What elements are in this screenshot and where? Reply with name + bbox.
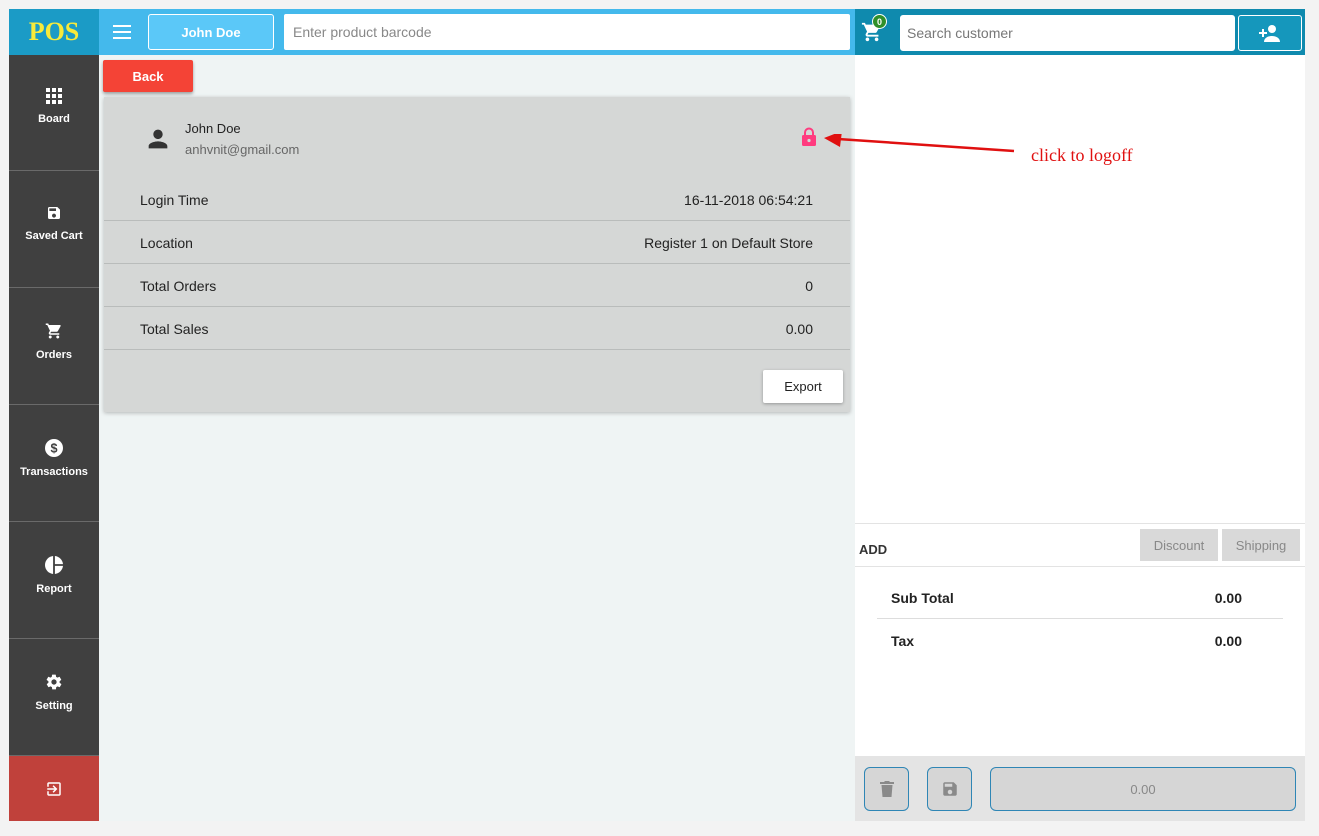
user-email: anhvnit@gmail.com — [185, 142, 300, 157]
sidebar-item-setting[interactable]: Setting — [9, 640, 99, 756]
export-button[interactable]: Export — [763, 370, 843, 403]
sidebar-item-transactions[interactable]: $ Transactions — [9, 406, 99, 522]
customer-search-input[interactable] — [900, 15, 1235, 51]
floppy-disk-icon — [942, 782, 957, 796]
info-value: 0 — [805, 278, 813, 294]
sidebar-item-saved-cart[interactable]: Saved Cart — [9, 172, 99, 288]
info-label: Total Sales — [140, 321, 209, 337]
pos-logo: POS — [9, 9, 99, 55]
cart-count-badge: 0 — [872, 14, 887, 29]
info-value: 16-11-2018 06:54:21 — [684, 192, 813, 208]
info-row-total-sales: Total Sales 0.00 — [104, 307, 850, 350]
sidebar-item-board[interactable]: Board — [9, 55, 99, 171]
tax-row: Tax 0.00 — [877, 619, 1283, 662]
tax-label: Tax — [891, 633, 915, 649]
cart-header: 0 — [855, 9, 1305, 55]
session-card: John Doe anhvnit@gmail.com Login Time 16… — [104, 97, 850, 412]
info-row-login-time: Login Time 16-11-2018 06:54:21 — [104, 178, 850, 221]
cart-icon — [45, 323, 61, 339]
info-label: Location — [140, 235, 193, 251]
cart-panel: ADD Discount Shipping Sub Total 0.00 Tax… — [855, 55, 1305, 821]
grid-icon — [46, 88, 62, 104]
person-icon — [148, 129, 168, 149]
barcode-input[interactable] — [284, 14, 850, 50]
floppy-disk-icon — [48, 207, 60, 219]
info-label: Total Orders — [140, 278, 217, 294]
annotation-text: click to logoff — [1031, 145, 1133, 165]
info-row-total-orders: Total Orders 0 — [104, 264, 850, 307]
sidebar: Board Saved Cart Orders $ Transactions R… — [9, 55, 99, 821]
cart-footer: 0.00 — [855, 756, 1305, 821]
main-content: Back John Doe anhvnit@gmail.com Login Ti… — [99, 55, 855, 821]
user-button[interactable]: John Doe — [148, 14, 274, 50]
sidebar-item-label: Report — [36, 583, 72, 595]
lock-icon[interactable] — [801, 127, 817, 147]
person-add-icon — [1259, 25, 1280, 42]
user-name: John Doe — [185, 121, 241, 136]
sidebar-item-label: Orders — [35, 349, 73, 361]
add-label: ADD — [859, 542, 888, 557]
pay-button[interactable]: 0.00 — [990, 767, 1296, 811]
add-customer-button[interactable] — [1238, 15, 1302, 51]
svg-text:$: $ — [50, 442, 57, 456]
cart-add-row: ADD Discount Shipping — [855, 523, 1305, 567]
discount-button[interactable]: Discount — [1140, 529, 1218, 561]
sidebar-item-label: Board — [38, 113, 70, 125]
info-row-location: Location Register 1 on Default Store — [104, 221, 850, 264]
save-cart-button[interactable] — [927, 767, 972, 811]
pie-chart-icon — [45, 556, 63, 574]
top-bar: John Doe — [99, 9, 855, 55]
info-value: Register 1 on Default Store — [644, 235, 813, 251]
dollar-circle-icon: $ — [45, 439, 63, 457]
info-label: Login Time — [140, 192, 209, 208]
sidebar-item-orders[interactable]: Orders — [9, 289, 99, 405]
annotation-arrow-icon — [824, 134, 1015, 153]
shipping-button[interactable]: Shipping — [1222, 529, 1300, 561]
sidebar-item-label: Saved Cart — [25, 230, 83, 242]
menu-icon[interactable] — [111, 21, 133, 43]
exit-icon — [47, 781, 61, 796]
clear-cart-button[interactable] — [864, 767, 909, 811]
gear-icon — [46, 674, 62, 690]
tax-value: 0.00 — [1214, 633, 1242, 649]
back-button[interactable]: Back — [103, 60, 193, 92]
subtotal-value: 0.00 — [1214, 590, 1242, 606]
pos-app: POS John Doe 0 Board Saved Cart Orders — [9, 9, 1305, 821]
sidebar-item-label: Setting — [35, 700, 73, 712]
sidebar-logout-button[interactable] — [9, 756, 99, 821]
sidebar-item-label: Transactions — [20, 466, 88, 478]
trash-icon — [879, 781, 894, 797]
subtotal-label: Sub Total — [891, 590, 954, 606]
sidebar-item-report[interactable]: Report — [9, 523, 99, 639]
subtotal-row: Sub Total 0.00 — [877, 576, 1283, 619]
info-value: 0.00 — [785, 321, 813, 337]
